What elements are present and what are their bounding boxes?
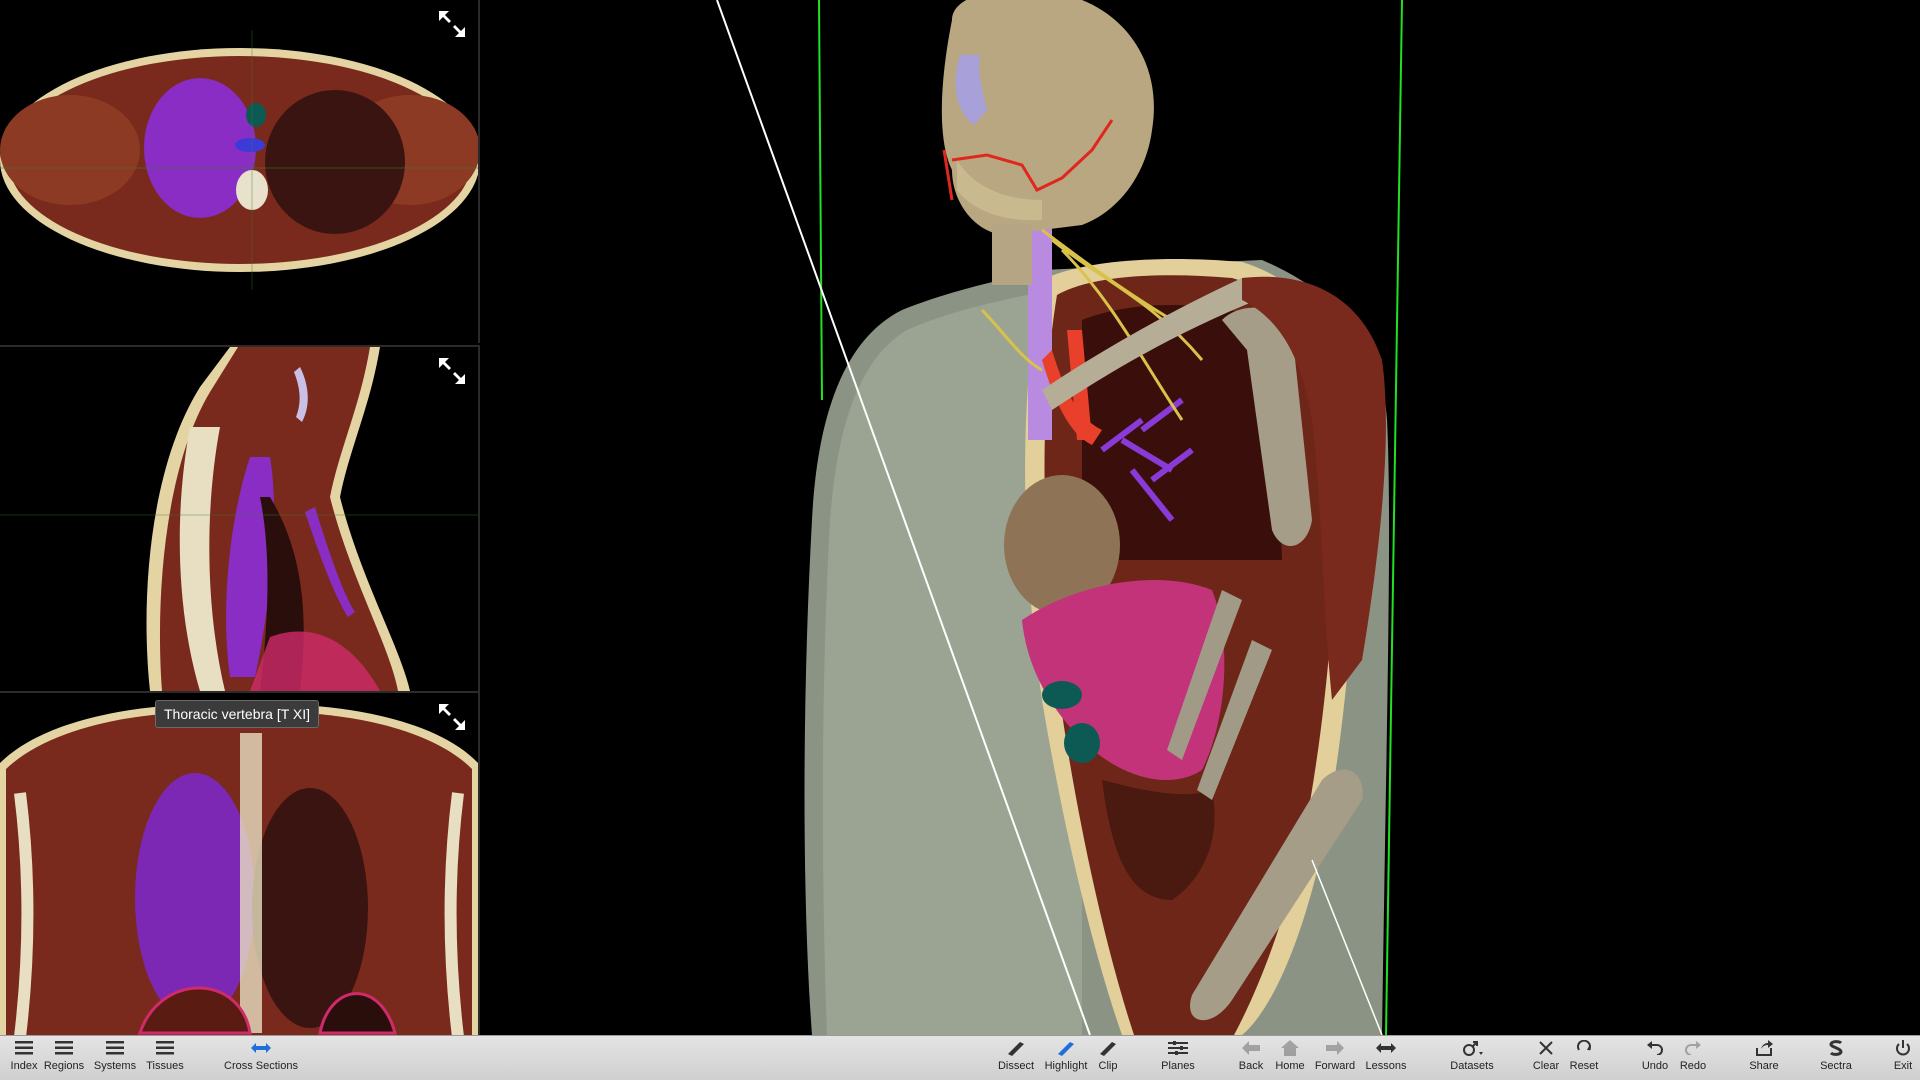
highlight-pen-icon xyxy=(1058,1042,1074,1056)
close-x-icon xyxy=(1539,1041,1553,1055)
systems-button[interactable]: Systems xyxy=(93,1038,137,1079)
clear-button[interactable]: Clear xyxy=(1531,1038,1561,1079)
axial-section-image[interactable] xyxy=(0,0,478,343)
highlight-button[interactable]: Highlight xyxy=(1042,1038,1090,1079)
cross-sections-button[interactable]: Cross Sections xyxy=(222,1038,300,1079)
expand-axial-button[interactable] xyxy=(436,8,468,40)
redo-button[interactable]: Redo xyxy=(1678,1038,1708,1079)
clip-knife-icon xyxy=(1100,1042,1116,1056)
sagittal-section-image[interactable] xyxy=(0,347,478,691)
home-icon xyxy=(1281,1040,1299,1056)
forward-button[interactable]: Forward xyxy=(1313,1038,1357,1079)
tissues-button[interactable]: Tissues xyxy=(143,1038,187,1079)
share-button[interactable]: Share xyxy=(1748,1038,1780,1079)
expand-arrows-icon xyxy=(439,11,465,37)
coronal-section-image[interactable] xyxy=(0,693,478,1037)
home-button[interactable]: Home xyxy=(1274,1038,1306,1079)
sagittal-section-panel[interactable] xyxy=(0,345,480,691)
share-icon xyxy=(1756,1040,1773,1056)
power-icon xyxy=(1896,1040,1910,1056)
list-icon xyxy=(55,1041,73,1055)
datasets-button[interactable]: Datasets xyxy=(1446,1038,1498,1079)
bottom-toolbar: Index Regions Systems Tissues Cross Sect… xyxy=(0,1035,1920,1080)
undo-button[interactable]: Undo xyxy=(1640,1038,1670,1079)
expand-coronal-button[interactable] xyxy=(436,701,468,733)
lessons-button[interactable]: Lessons xyxy=(1364,1038,1408,1079)
rotate-icon xyxy=(1577,1040,1591,1051)
cross-section-panels: Thoracic vertebra [T XI] xyxy=(0,0,480,1037)
anatomy-app: Thoracic vertebra [T XI] Index Regions S… xyxy=(0,0,1920,1080)
3d-viewport[interactable] xyxy=(482,0,1920,1035)
axial-section-panel[interactable] xyxy=(0,0,480,343)
reset-button[interactable]: Reset xyxy=(1568,1038,1600,1079)
back-button[interactable]: Back xyxy=(1236,1038,1266,1079)
regions-button[interactable]: Regions xyxy=(42,1038,86,1079)
undo-icon xyxy=(1647,1041,1663,1055)
redo-icon xyxy=(1685,1041,1701,1055)
scalpel-icon xyxy=(1008,1042,1024,1056)
sectra-button[interactable]: Sectra xyxy=(1818,1038,1854,1079)
expand-sagittal-button[interactable] xyxy=(436,355,468,387)
list-icon xyxy=(156,1041,174,1055)
exit-button[interactable]: Exit xyxy=(1890,1038,1916,1079)
planes-button[interactable]: Planes xyxy=(1160,1038,1196,1079)
dissect-button[interactable]: Dissect xyxy=(996,1038,1036,1079)
male-symbol-icon xyxy=(1463,1041,1483,1056)
index-button[interactable]: Index xyxy=(6,1038,42,1079)
structure-tooltip: Thoracic vertebra [T XI] xyxy=(155,700,320,728)
expand-arrows-icon xyxy=(439,358,465,384)
double-arrow-icon xyxy=(1376,1043,1396,1053)
arrow-left-icon xyxy=(1242,1041,1260,1055)
sliders-icon xyxy=(1168,1041,1188,1055)
list-icon xyxy=(106,1041,124,1055)
double-arrow-icon xyxy=(251,1043,271,1053)
sectra-logo-icon xyxy=(1829,1040,1843,1056)
clip-button[interactable]: Clip xyxy=(1094,1038,1122,1079)
coronal-section-panel[interactable] xyxy=(0,691,480,1037)
hamburger-menu-icon xyxy=(15,1041,33,1055)
expand-arrows-icon xyxy=(439,704,465,730)
arrow-right-icon xyxy=(1326,1041,1344,1055)
clip-plane-line-left xyxy=(818,0,823,401)
3d-body-model[interactable] xyxy=(482,0,1920,1035)
